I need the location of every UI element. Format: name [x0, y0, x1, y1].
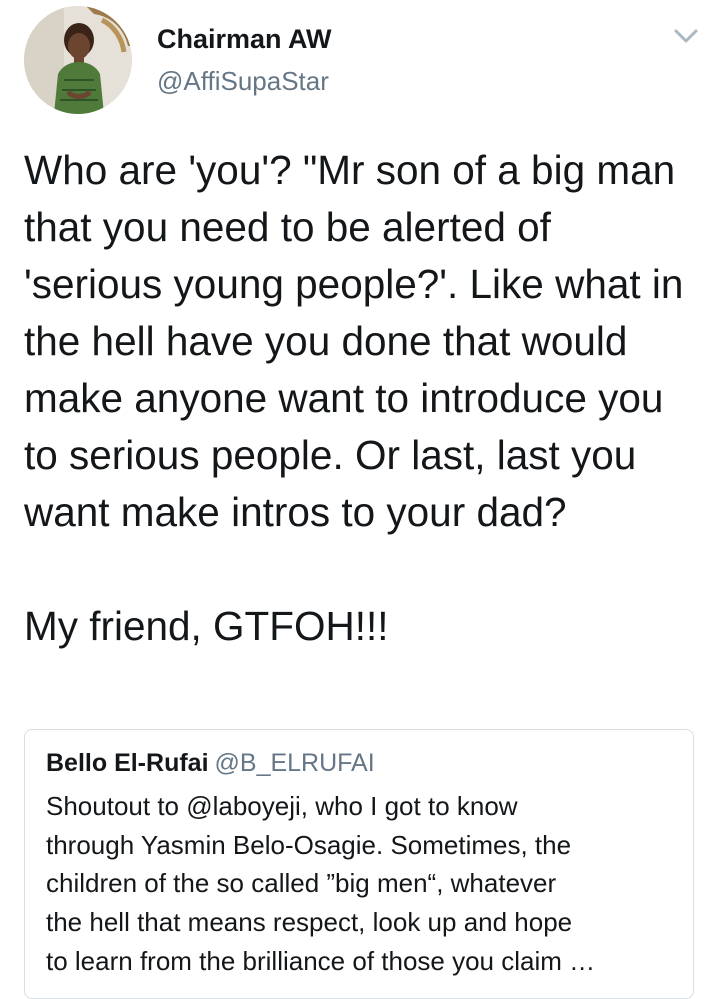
chevron-down-icon[interactable]	[672, 24, 700, 48]
quoted-author-handle: @B_ELRUFAI	[214, 749, 375, 777]
avatar-photo	[24, 6, 132, 114]
quoted-tweet-header: Bello El-Rufai @B_ELRUFAI	[46, 749, 375, 778]
quoted-tweet-line: the hell that means respect, look up and…	[46, 907, 573, 938]
author-avatar[interactable]	[24, 6, 132, 114]
tweet: Chairman AW @AffiSupaStar Who are 'you'?…	[0, 0, 720, 999]
quoted-author-name: Bello El-Rufai	[46, 749, 209, 777]
author-handle[interactable]: @AffiSupaStar	[157, 66, 329, 97]
author-display-name[interactable]: Chairman AW	[157, 24, 332, 55]
quoted-tweet-line: through Yasmin Belo-Osagie. Sometimes, t…	[46, 829, 572, 860]
quoted-tweet-text: Shoutout to @laboyeji, who I got to know…	[46, 787, 680, 981]
quoted-tweet-line: children of the so called ”big men“, wha…	[46, 868, 557, 899]
quoted-tweet-line: Shoutout to @laboyeji, who I got to know	[46, 791, 518, 821]
tweet-text: Who are 'you'? "Mr son of a big man that…	[24, 147, 684, 649]
quoted-tweet-line: to learn from the brilliance of those yo…	[46, 945, 596, 976]
quoted-tweet-card[interactable]: Bello El-Rufai @B_ELRUFAI Shoutout to @la…	[24, 729, 694, 999]
